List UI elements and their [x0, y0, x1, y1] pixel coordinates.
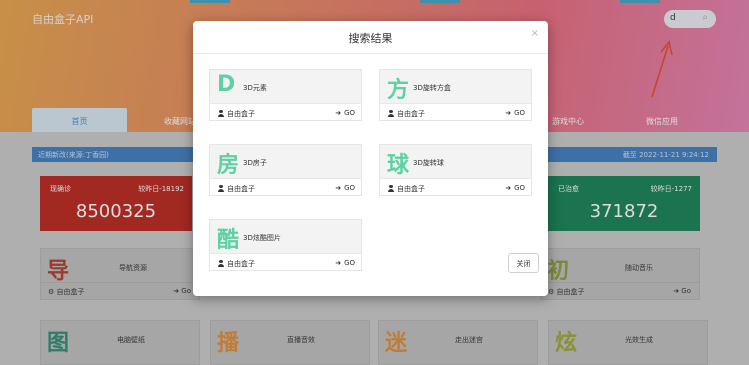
go-link[interactable]: ➜ GO — [335, 109, 355, 117]
result-name: 3D旋转球 — [413, 159, 444, 167]
result-header: 球 3D旋转球 — [380, 145, 531, 178]
close-icon[interactable]: × — [531, 28, 539, 39]
result-header: 房 3D房子 — [210, 145, 361, 178]
go-link[interactable]: ➜ GO — [505, 109, 525, 117]
go-link[interactable]: ➜ GO — [505, 184, 525, 192]
user-icon — [218, 110, 224, 117]
sign-in-icon: ➜ — [335, 259, 342, 267]
result-footer: 自由盒子 ➜ GO — [210, 178, 361, 196]
result-footer: 自由盒子 ➜ GO — [210, 253, 361, 271]
result-header: 方 3D旋转方盒 — [380, 70, 531, 103]
modal-header: 搜索结果 × — [193, 21, 548, 54]
result-footer: 自由盒子 ➜ GO — [210, 103, 361, 121]
result-footer: 自由盒子 ➜ GO — [380, 103, 531, 121]
user-icon — [218, 260, 224, 267]
search-results-modal: 搜索结果 × D 3D元素 自由盒子 ➜ GO 方 3D旋转方盒 自由盒子 ➜ GO… — [193, 21, 548, 296]
result-author: 自由盒子 — [218, 259, 255, 269]
result-glyph: 方 — [387, 78, 410, 103]
go-link[interactable]: ➜ GO — [335, 184, 355, 192]
result-glyph: D — [217, 72, 236, 97]
result-name: 3D炫酷图片 — [243, 234, 281, 242]
result-name: 3D房子 — [243, 159, 267, 167]
result-footer: 自由盒子 ➜ GO — [380, 178, 531, 196]
user-icon — [218, 185, 224, 192]
result-card[interactable]: D 3D元素 自由盒子 ➜ GO — [209, 69, 362, 121]
close-button[interactable]: 关闭 — [508, 253, 539, 273]
result-header: D 3D元素 — [210, 70, 361, 103]
result-card[interactable]: 球 3D旋转球 自由盒子 ➜ GO — [379, 144, 532, 196]
sign-in-icon: ➜ — [505, 184, 512, 192]
result-card[interactable]: 方 3D旋转方盒 自由盒子 ➜ GO — [379, 69, 532, 121]
modal-title: 搜索结果 — [348, 32, 393, 45]
result-card[interactable]: 房 3D房子 自由盒子 ➜ GO — [209, 144, 362, 196]
sign-in-icon: ➜ — [505, 109, 512, 117]
result-name: 3D元素 — [243, 84, 267, 92]
result-name: 3D旋转方盒 — [413, 84, 451, 92]
result-author: 自由盒子 — [388, 184, 425, 194]
result-glyph: 酷 — [217, 228, 240, 253]
user-icon — [388, 110, 394, 117]
result-header: 酷 3D炫酷图片 — [210, 220, 361, 253]
result-glyph: 房 — [217, 153, 240, 178]
sign-in-icon: ➜ — [335, 109, 342, 117]
go-link[interactable]: ➜ GO — [335, 259, 355, 267]
sign-in-icon: ➜ — [335, 184, 342, 192]
result-author: 自由盒子 — [388, 109, 425, 119]
user-icon — [388, 185, 394, 192]
result-card[interactable]: 酷 3D炫酷图片 自由盒子 ➜ GO — [209, 219, 362, 271]
result-glyph: 球 — [387, 153, 410, 178]
result-author: 自由盒子 — [218, 184, 255, 194]
result-author: 自由盒子 — [218, 109, 255, 119]
